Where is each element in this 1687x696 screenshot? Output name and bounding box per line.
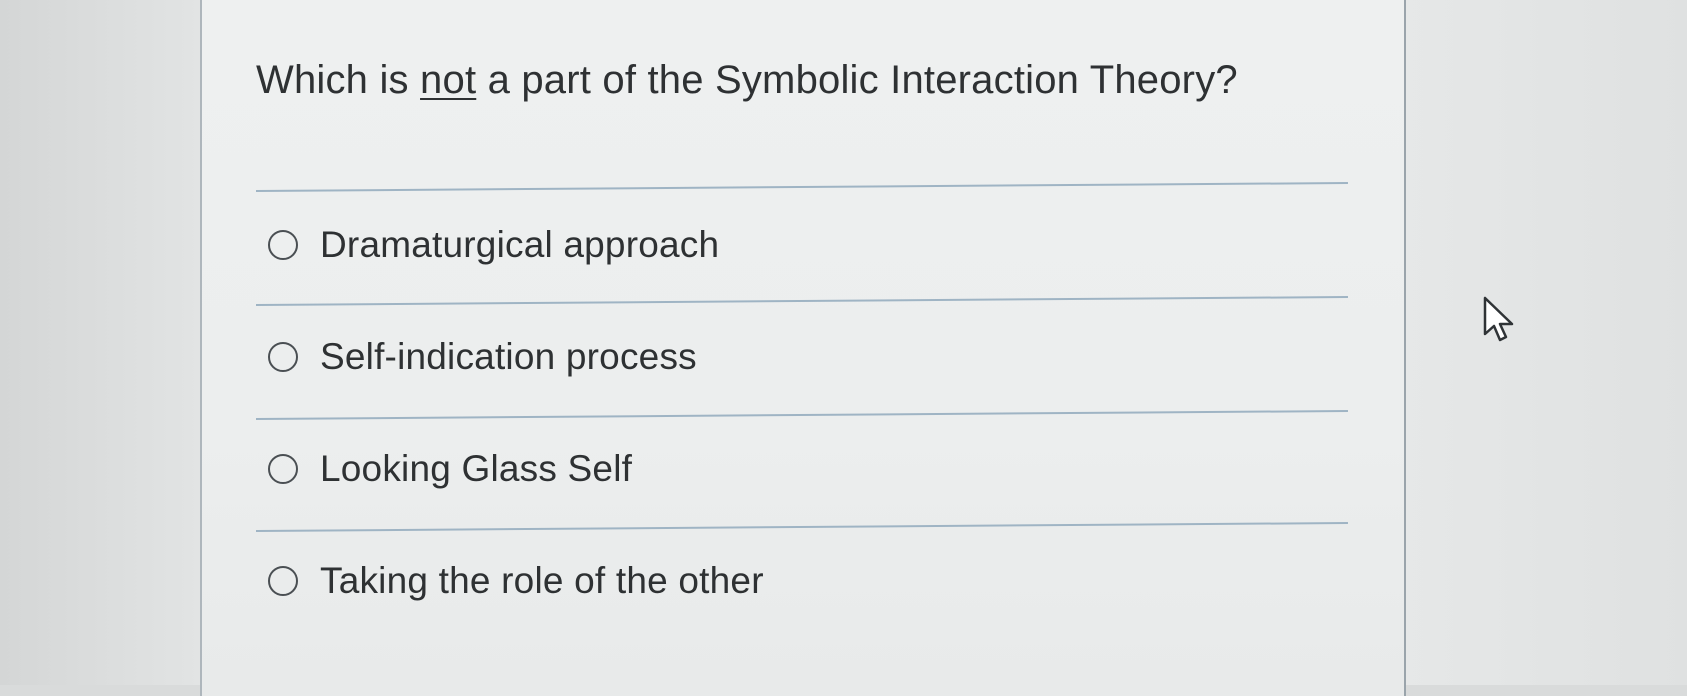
radio-button-icon[interactable] (268, 230, 298, 260)
radio-button-icon[interactable] (268, 342, 298, 372)
question-suffix: a part of the Symbolic Interaction Theor… (476, 58, 1238, 102)
answer-option-label: Taking the role of the other (320, 560, 764, 601)
answer-option-label: Dramaturgical approach (320, 224, 720, 265)
answer-option-looking-glass[interactable]: Looking Glass Self (268, 448, 632, 490)
question-prefix: Which is (256, 58, 421, 102)
question-emphasis: not (420, 58, 477, 102)
question-text: Which is not a part of the Symbolic Inte… (256, 58, 1238, 103)
answer-option-self-indication[interactable]: Self-indication process (268, 336, 697, 378)
mouse-pointer-icon (1483, 296, 1514, 342)
radio-button-icon[interactable] (268, 566, 298, 596)
answer-option-label: Looking Glass Self (320, 448, 633, 489)
answer-option-taking-role[interactable]: Taking the role of the other (268, 560, 764, 602)
answer-option-dramaturgical[interactable]: Dramaturgical approach (268, 224, 719, 266)
answer-option-label: Self-indication process (320, 336, 697, 377)
radio-button-icon[interactable] (268, 454, 298, 484)
